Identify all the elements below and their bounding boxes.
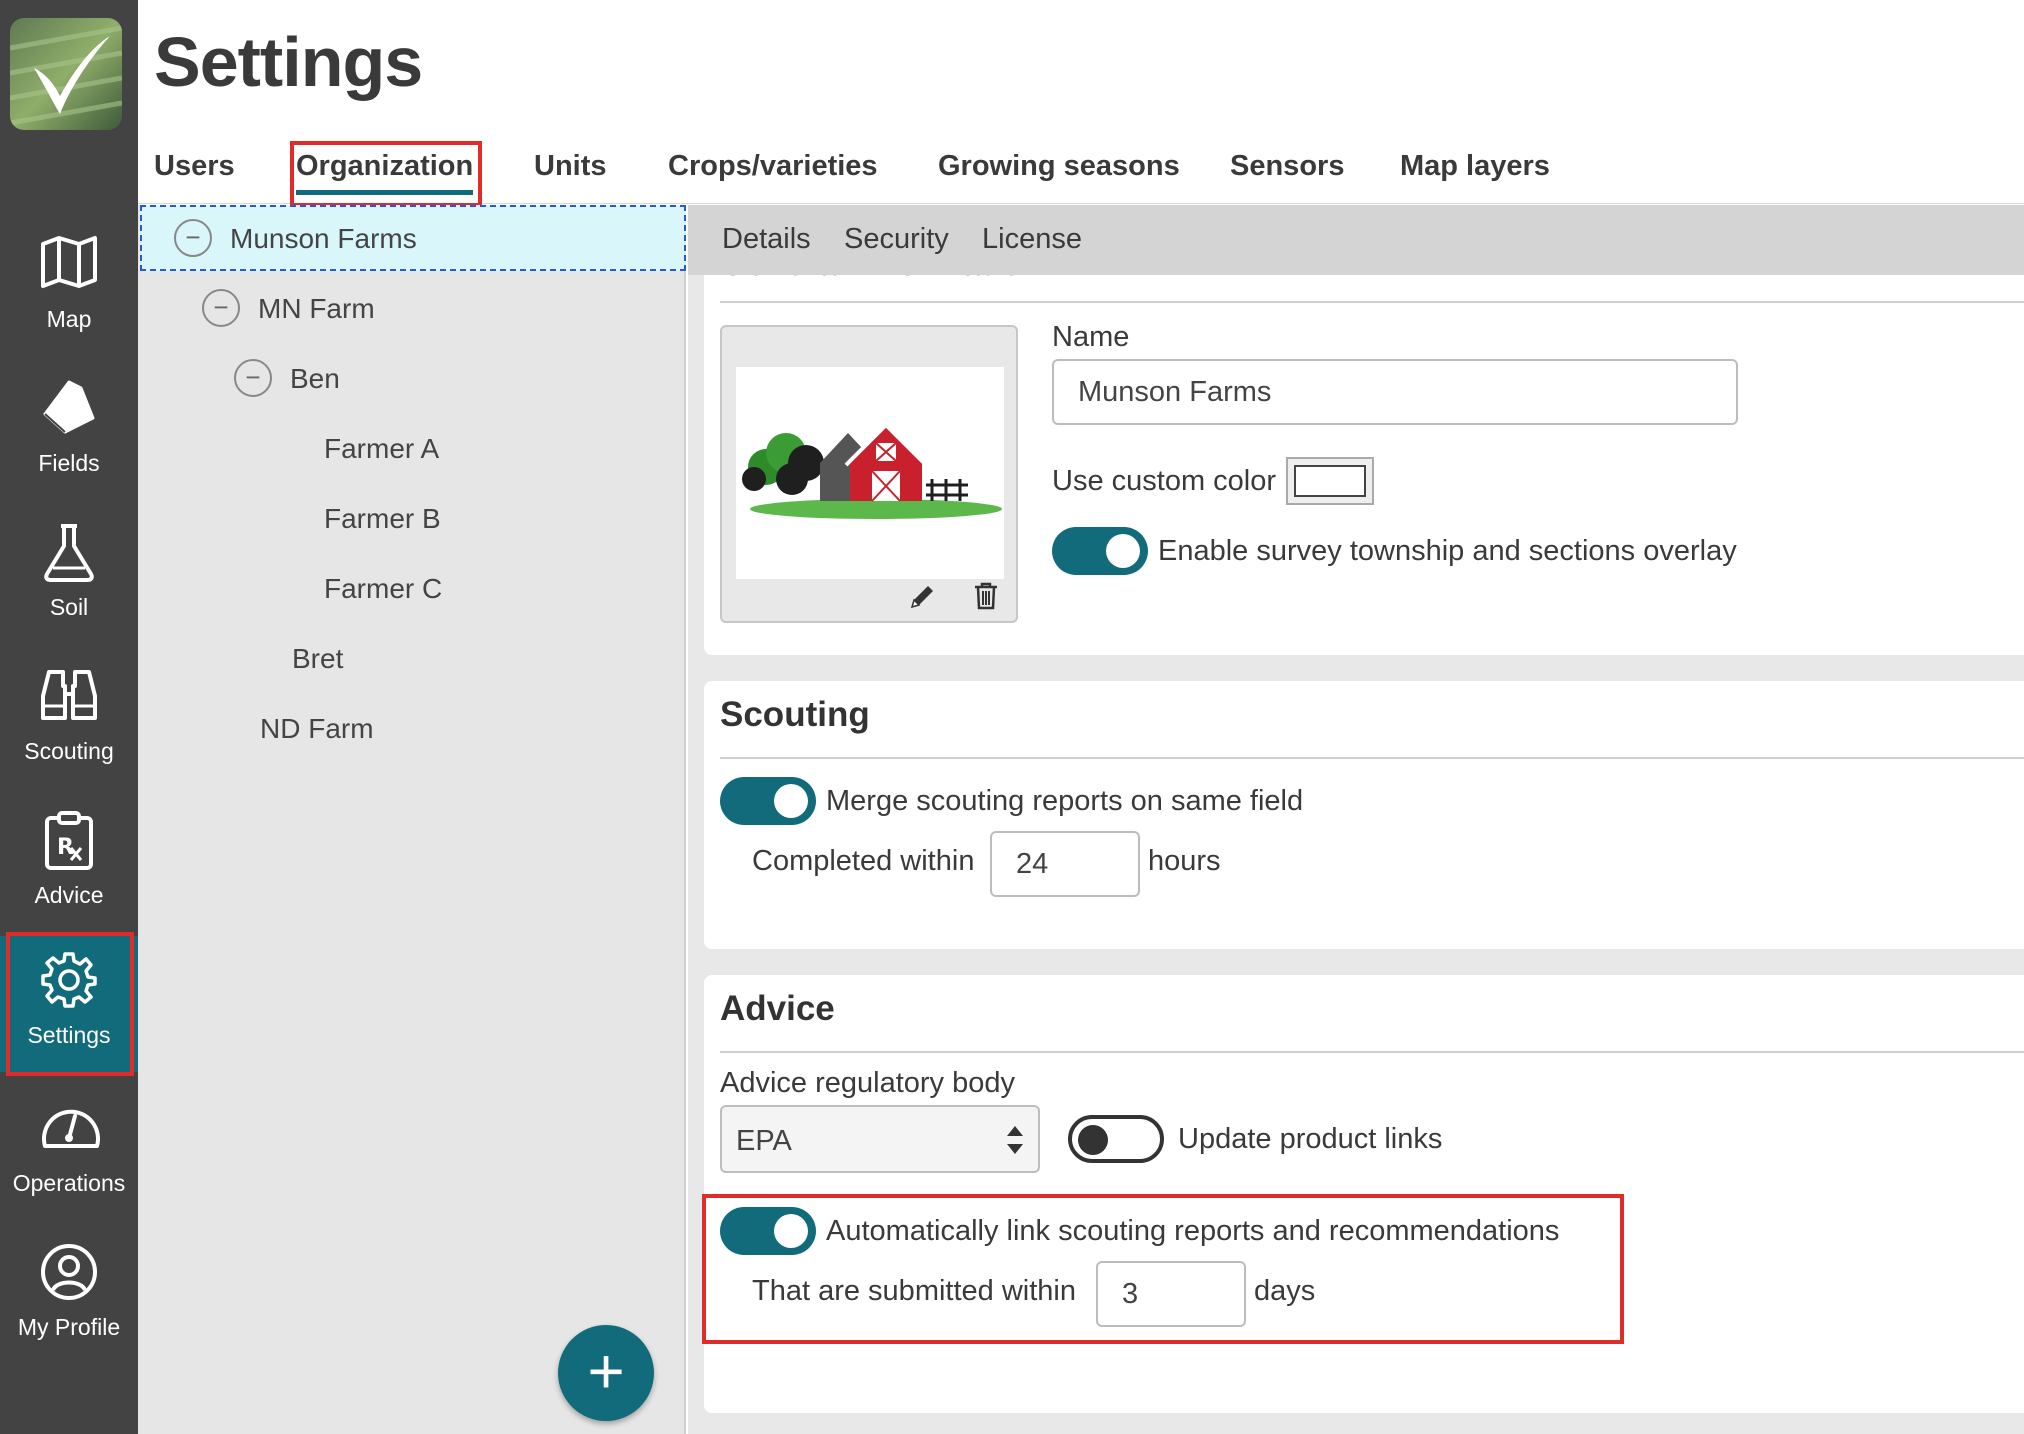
nav-item-operations[interactable]: Operations: [0, 1084, 138, 1224]
prescription-icon: R: [45, 811, 93, 870]
card-title: Advice: [720, 989, 835, 1028]
nav-item-scouting[interactable]: Scouting: [0, 652, 138, 792]
tree-item-farmer-c[interactable]: Farmer C: [324, 573, 442, 639]
edit-icon[interactable]: [908, 581, 938, 611]
general-info-card: General information Name Use custom co: [704, 235, 2024, 655]
fields-icon: [43, 380, 95, 434]
tree-item-nd-farm[interactable]: ND Farm: [260, 713, 374, 779]
nav-label: Scouting: [24, 738, 114, 764]
tree-item-farmer-b[interactable]: Farmer B: [324, 503, 441, 569]
nav-label: Operations: [12, 1170, 126, 1196]
tree-item-label: Ben: [290, 363, 340, 394]
details-panel: Details Security License General informa…: [688, 205, 2024, 1434]
toggle-knob: [774, 1214, 808, 1248]
tab-growing-seasons[interactable]: Growing seasons: [938, 150, 1180, 183]
user-icon: [41, 1244, 97, 1300]
nav-label: Map: [46, 306, 92, 332]
hours-label: hours: [1148, 845, 1221, 877]
select-arrows-icon: [1007, 1126, 1023, 1154]
product-links-label: Update product links: [1178, 1123, 1443, 1155]
nav-item-map[interactable]: Map: [0, 220, 138, 360]
scouting-card: Scouting Merge scouting reports on same …: [704, 681, 2024, 949]
custom-color-label: Use custom color: [1052, 465, 1277, 497]
regulatory-body-value: EPA: [736, 1125, 792, 1157]
nav-item-fields[interactable]: Fields: [0, 364, 138, 504]
nav-item-my-profile[interactable]: My Profile: [0, 1228, 138, 1368]
subtab-security[interactable]: Security: [844, 223, 949, 256]
advice-card: Advice Advice regulatory body EPA Update…: [704, 975, 2024, 1413]
nav-item-settings[interactable]: Settings: [0, 936, 138, 1072]
tree-item-label: MN Farm: [258, 293, 375, 324]
name-input[interactable]: [1052, 359, 1738, 425]
organization-logo-frame: [720, 325, 1018, 623]
tab-units[interactable]: Units: [534, 150, 607, 183]
tree-item-label: Munson Farms: [230, 223, 417, 254]
nav-item-soil[interactable]: Soil: [0, 508, 138, 648]
binoculars-icon: [41, 670, 97, 720]
collapse-icon[interactable]: −: [234, 359, 272, 397]
completed-within-label: Completed within: [752, 845, 975, 877]
gauge-icon: [42, 1109, 100, 1148]
tab-map-layers[interactable]: Map layers: [1400, 150, 1550, 183]
tab-crops-varieties[interactable]: Crops/varieties: [668, 150, 878, 183]
product-links-toggle[interactable]: [1068, 1115, 1164, 1163]
svg-text:R: R: [57, 835, 74, 860]
organization-tree: − Munson Farms − MN Farm − Ben Farmer A …: [138, 205, 686, 1434]
tree-item-munson-farms[interactable]: − Munson Farms: [140, 205, 686, 271]
survey-overlay-toggle[interactable]: [1052, 527, 1148, 575]
nav-label: Soil: [49, 594, 89, 620]
nav-label: Fields: [38, 450, 100, 476]
gear-icon: [41, 952, 97, 1008]
name-label: Name: [1052, 321, 1130, 353]
subtab-details[interactable]: Details: [722, 223, 811, 256]
card-title: Scouting: [720, 695, 870, 734]
divider: [720, 301, 2024, 303]
tree-item-farmer-a[interactable]: Farmer A: [324, 433, 439, 499]
custom-color-swatch[interactable]: [1286, 457, 1374, 505]
merge-reports-toggle[interactable]: [720, 777, 816, 825]
autolink-toggle[interactable]: [720, 1207, 816, 1255]
submitted-within-label: That are submitted within: [752, 1275, 1076, 1307]
nav-item-advice[interactable]: R Advice: [0, 796, 138, 936]
organization-logo-image: [736, 367, 1004, 579]
app-logo[interactable]: [10, 18, 122, 130]
delete-icon[interactable]: [972, 581, 1000, 611]
map-icon: [41, 236, 97, 288]
settings-tabs: Users Organization Units Crops/varieties…: [138, 140, 2024, 204]
regulatory-body-select[interactable]: EPA: [720, 1105, 1040, 1173]
divider: [720, 1051, 2024, 1053]
toggle-knob: [774, 784, 808, 818]
completed-within-input[interactable]: [990, 831, 1140, 897]
autolink-label: Automatically link scouting reports and …: [826, 1215, 1560, 1247]
divider: [720, 757, 2024, 759]
tab-users[interactable]: Users: [154, 150, 235, 183]
submitted-within-input[interactable]: [1096, 1261, 1246, 1327]
merge-reports-label: Merge scouting reports on same field: [826, 785, 1304, 817]
page-title: Settings: [154, 23, 423, 101]
days-label: days: [1254, 1275, 1316, 1307]
collapse-icon[interactable]: −: [202, 289, 240, 327]
tree-item-bret[interactable]: Bret: [292, 643, 343, 709]
nav-label: My Profile: [17, 1314, 121, 1340]
subtab-license[interactable]: License: [982, 223, 1082, 256]
tab-sensors[interactable]: Sensors: [1230, 150, 1344, 183]
nav-label: Advice: [34, 882, 104, 908]
collapse-icon[interactable]: −: [174, 219, 212, 257]
toggle-knob: [1078, 1125, 1108, 1155]
toggle-knob: [1106, 534, 1140, 568]
tab-organization[interactable]: Organization: [296, 150, 474, 195]
detail-subtabs: Details Security License: [688, 205, 2024, 275]
regulatory-body-label: Advice regulatory body: [720, 1067, 1015, 1099]
add-button[interactable]: +: [558, 1325, 654, 1421]
side-nav: Map Fields Soil Scouting R Advice Settin…: [0, 0, 138, 1434]
flask-icon: [44, 524, 94, 582]
survey-overlay-label: Enable survey township and sections over…: [1158, 535, 1737, 567]
nav-label: Settings: [27, 1022, 111, 1048]
